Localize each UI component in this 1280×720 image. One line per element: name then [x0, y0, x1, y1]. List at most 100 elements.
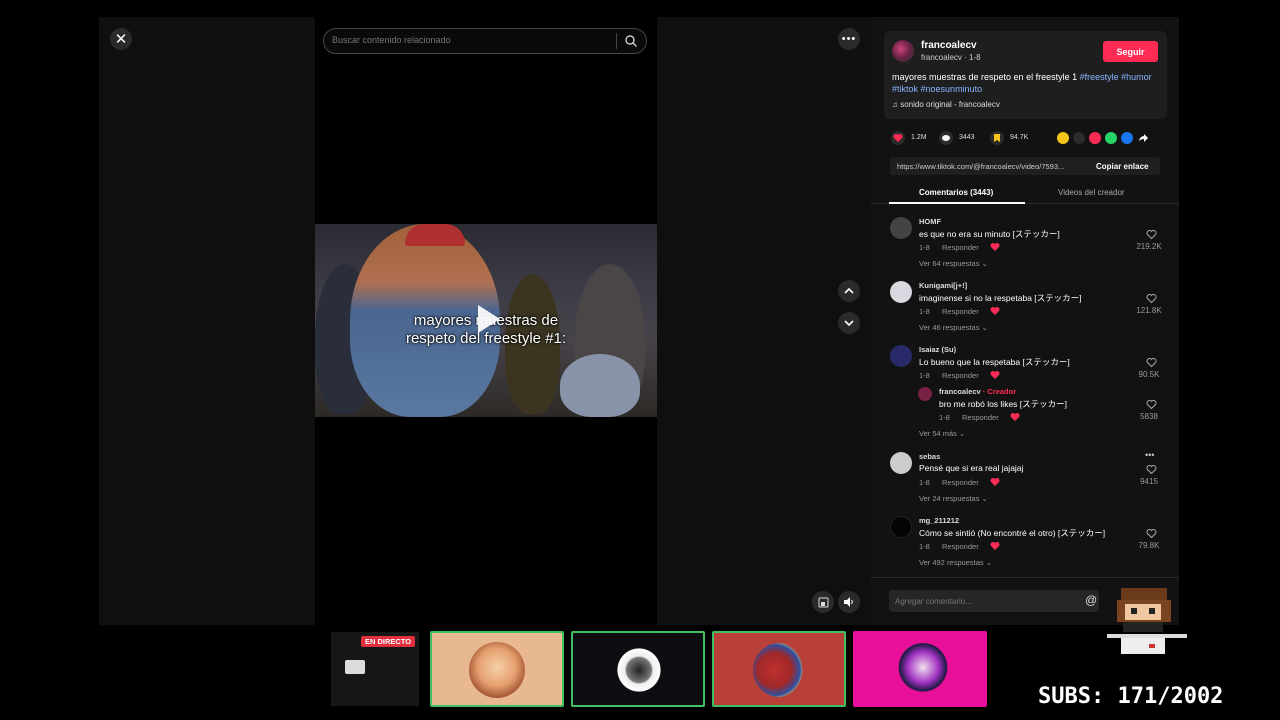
more-options-button[interactable]: ••• — [838, 28, 860, 50]
view-replies-button[interactable]: Ver 64 respuestas ⌄ — [919, 259, 988, 268]
share-facebook-icon[interactable] — [1121, 132, 1133, 144]
viewer-avatar — [614, 645, 664, 695]
viewer-avatar — [897, 643, 949, 697]
commenter-name[interactable]: Kunigami[j+!] — [919, 281, 967, 290]
hashtag[interactable]: #humor — [1121, 72, 1152, 82]
reply-button[interactable]: Responder — [942, 371, 979, 380]
tab-comments[interactable]: Comentarios (3443) — [919, 188, 993, 197]
commenter-avatar[interactable] — [890, 345, 912, 367]
share-arrow-icon[interactable] — [1137, 132, 1149, 144]
comment-date: 1-8 — [919, 371, 930, 380]
chevron-up-icon — [844, 287, 854, 294]
share-whatsapp-icon[interactable] — [1105, 132, 1117, 144]
creator-heart-icon — [990, 307, 1000, 315]
view-replies-button[interactable]: Ver 46 respuestas ⌄ — [919, 323, 988, 332]
bookmark-icon — [994, 134, 1000, 142]
viewer-avatar — [469, 642, 525, 698]
commenter-name[interactable]: mg_211212 — [919, 516, 959, 525]
description-text: mayores muestras de respeto en el freest… — [892, 72, 1080, 82]
follow-button[interactable]: Seguir — [1103, 41, 1158, 62]
embed-icon — [818, 597, 828, 607]
comment-date: 1-8 — [919, 478, 930, 487]
left-backdrop — [99, 17, 315, 625]
previous-video-button[interactable] — [838, 280, 860, 302]
sound-link[interactable]: ♫ sonido original - francoalecv — [892, 100, 1000, 109]
comment-like-count: 121.8K — [1136, 306, 1162, 315]
like-button[interactable] — [891, 131, 905, 145]
commenter-name[interactable]: Isaiaz (Su) — [919, 345, 956, 354]
close-icon: ✕ — [114, 31, 128, 48]
view-replies-label: Ver 24 respuestas — [919, 494, 980, 503]
comment-more-icon[interactable]: ••• — [1145, 450, 1154, 460]
reply-button[interactable]: Responder — [962, 413, 999, 422]
commenter-avatar[interactable] — [890, 281, 912, 303]
tab-creator-videos[interactable]: Videos del creador — [1058, 188, 1125, 197]
heart-outline-icon[interactable] — [1146, 464, 1157, 475]
commenter-name[interactable]: HOMF — [919, 217, 941, 226]
reply-button[interactable]: Responder — [942, 243, 979, 252]
embed-button[interactable] — [812, 591, 834, 613]
replier-username: francoalecv — [939, 387, 981, 396]
view-more-replies-button[interactable]: Ver 54 más ⌄ — [919, 429, 965, 438]
author-name[interactable]: francoalecv — [921, 40, 977, 51]
heart-outline-icon[interactable] — [1146, 229, 1157, 240]
hashtag[interactable]: #noesunminuto — [921, 84, 983, 94]
search-divider — [616, 33, 617, 49]
comment-like-count: 9415 — [1140, 477, 1158, 486]
stats-row: 1.2M 3443 94.7K — [884, 129, 1174, 147]
video-player[interactable]: mayores muestras de respeto del freestyl… — [315, 224, 657, 417]
view-replies-button[interactable]: Ver 492 respuestas ⌄ — [919, 558, 992, 567]
reply-button[interactable]: Responder — [942, 478, 979, 487]
video-link[interactable]: https://www.tiktok.com/@francoalecv/vide… — [897, 162, 1085, 171]
mention-icon[interactable]: @ — [1085, 593, 1097, 607]
play-icon[interactable] — [470, 302, 504, 336]
hashtag[interactable]: #freestyle — [1080, 72, 1119, 82]
commenter-avatar[interactable] — [890, 217, 912, 239]
author-subtitle: francoalecv · 1-8 — [921, 53, 981, 62]
crowd-figure — [560, 354, 640, 417]
creator-heart-icon — [990, 243, 1000, 251]
viewer-avatar — [753, 643, 807, 697]
close-button[interactable]: ✕ — [110, 28, 132, 50]
comment-input[interactable] — [889, 590, 1099, 612]
comment-text: Cómo se sintió (No encontré el otro) [ステ… — [919, 528, 1106, 538]
search-icon[interactable] — [624, 34, 638, 48]
like-count: 1.2M — [911, 134, 927, 141]
next-video-button[interactable] — [838, 312, 860, 334]
heart-outline-icon[interactable] — [1146, 399, 1157, 410]
tiktok-window: ✕ mayores muestras de respeto del freest… — [99, 17, 1179, 625]
share-embed-icon[interactable] — [1073, 132, 1085, 144]
view-replies-button[interactable]: Ver 24 respuestas ⌄ — [919, 494, 988, 503]
viewer-cam-tile — [571, 631, 705, 707]
heart-outline-icon[interactable] — [1146, 528, 1157, 539]
search-bar[interactable] — [323, 28, 647, 54]
reply-like-count: 5838 — [1140, 412, 1158, 421]
commenter-avatar[interactable] — [890, 516, 912, 538]
active-tab-indicator — [889, 202, 1025, 204]
author-avatar[interactable] — [892, 40, 914, 62]
comment-date: 1-8 — [919, 243, 930, 252]
save-button[interactable] — [990, 131, 1004, 145]
creator-heart-icon — [990, 478, 1000, 486]
comment-date: 1-8 — [919, 307, 930, 316]
share-coin-icon[interactable] — [1057, 132, 1069, 144]
panel-tabs: Comentarios (3443) Videos del creador — [871, 183, 1179, 204]
creator-label: · Creador — [980, 387, 1017, 396]
replier-avatar[interactable] — [918, 387, 932, 401]
heart-outline-icon[interactable] — [1146, 293, 1157, 304]
reply-button[interactable]: Responder — [942, 542, 979, 551]
commenter-name[interactable]: sebas — [919, 452, 940, 461]
volume-icon — [844, 597, 853, 607]
commenter-avatar[interactable] — [890, 452, 912, 474]
hashtag[interactable]: #tiktok — [892, 84, 918, 94]
heart-outline-icon[interactable] — [1146, 357, 1157, 368]
replier-name[interactable]: francoalecv · Creador — [939, 387, 1016, 396]
reply-button[interactable]: Responder — [942, 307, 979, 316]
share-send-icon[interactable] — [1089, 132, 1101, 144]
comment-button[interactable] — [939, 131, 953, 145]
volume-button[interactable] — [838, 591, 860, 613]
comment-text: imaginense si no la respetaba [ステッカー] — [919, 293, 1082, 303]
live-badge: EN DIRECTO — [361, 636, 416, 647]
search-input[interactable] — [332, 35, 612, 45]
copy-link-button[interactable]: Copiar enlace — [1096, 162, 1148, 171]
